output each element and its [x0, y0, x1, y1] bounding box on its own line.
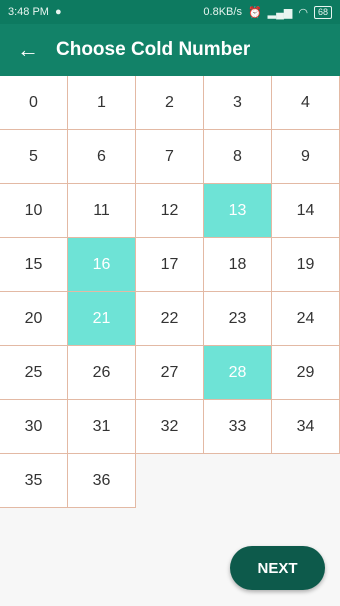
number-cell-29[interactable]: 29: [272, 346, 340, 400]
number-cell-9[interactable]: 9: [272, 130, 340, 184]
number-cell-6[interactable]: 6: [68, 130, 136, 184]
number-cell-24[interactable]: 24: [272, 292, 340, 346]
next-button[interactable]: NEXT: [230, 546, 325, 590]
number-cell-18[interactable]: 18: [204, 238, 272, 292]
number-cell-26[interactable]: 26: [68, 346, 136, 400]
number-cell-7[interactable]: 7: [136, 130, 204, 184]
status-left: 3:48 PM ●: [8, 6, 62, 18]
number-cell-8[interactable]: 8: [204, 130, 272, 184]
number-cell-31[interactable]: 31: [68, 400, 136, 454]
number-cell-35[interactable]: 35: [0, 454, 68, 508]
notification-dot-icon: ●: [54, 6, 62, 18]
number-cell-1[interactable]: 1: [68, 76, 136, 130]
number-cell-2[interactable]: 2: [136, 76, 204, 130]
page-title: Choose Cold Number: [56, 39, 251, 60]
number-cell-32[interactable]: 32: [136, 400, 204, 454]
number-cell-23[interactable]: 23: [204, 292, 272, 346]
next-button-label: NEXT: [257, 559, 298, 577]
number-cell-5[interactable]: 5: [0, 130, 68, 184]
number-cell-14[interactable]: 14: [272, 184, 340, 238]
number-cell-33[interactable]: 33: [204, 400, 272, 454]
number-cell-11[interactable]: 11: [68, 184, 136, 238]
alarm-icon: ⏰: [247, 6, 262, 19]
toolbar: ← Choose Cold Number: [0, 24, 340, 76]
number-cell-19[interactable]: 19: [272, 238, 340, 292]
wifi-icon: ◠: [298, 6, 308, 19]
signal-icon: ▂▄▆: [267, 6, 293, 19]
number-cell-21[interactable]: 21: [68, 292, 136, 346]
number-cell-17[interactable]: 17: [136, 238, 204, 292]
number-cell-22[interactable]: 22: [136, 292, 204, 346]
status-bar: 3:48 PM ● 0.8KB/s ⏰ ▂▄▆ ◠ 68: [0, 0, 340, 24]
number-cell-4[interactable]: 4: [272, 76, 340, 130]
number-cell-30[interactable]: 30: [0, 400, 68, 454]
arrow-left-icon: ←: [17, 37, 39, 62]
number-cell-16[interactable]: 16: [68, 238, 136, 292]
number-cell-13[interactable]: 13: [204, 184, 272, 238]
number-cell-34[interactable]: 34: [272, 400, 340, 454]
number-cell-36[interactable]: 36: [68, 454, 136, 508]
network-speed: 0.8KB/s: [203, 6, 242, 18]
status-time: 3:48 PM: [8, 6, 49, 18]
back-button[interactable]: ←: [0, 24, 56, 76]
number-cell-15[interactable]: 15: [0, 238, 68, 292]
number-cell-0[interactable]: 0: [0, 76, 68, 130]
number-cell-25[interactable]: 25: [0, 346, 68, 400]
number-cell-28[interactable]: 28: [204, 346, 272, 400]
number-cell-27[interactable]: 27: [136, 346, 204, 400]
battery-level: 68: [317, 6, 328, 17]
number-cell-3[interactable]: 3: [204, 76, 272, 130]
battery-icon: 68: [313, 5, 332, 19]
number-cell-12[interactable]: 12: [136, 184, 204, 238]
status-right: 0.8KB/s ⏰ ▂▄▆ ◠ 68: [203, 5, 332, 19]
number-cell-10[interactable]: 10: [0, 184, 68, 238]
number-cell-20[interactable]: 20: [0, 292, 68, 346]
